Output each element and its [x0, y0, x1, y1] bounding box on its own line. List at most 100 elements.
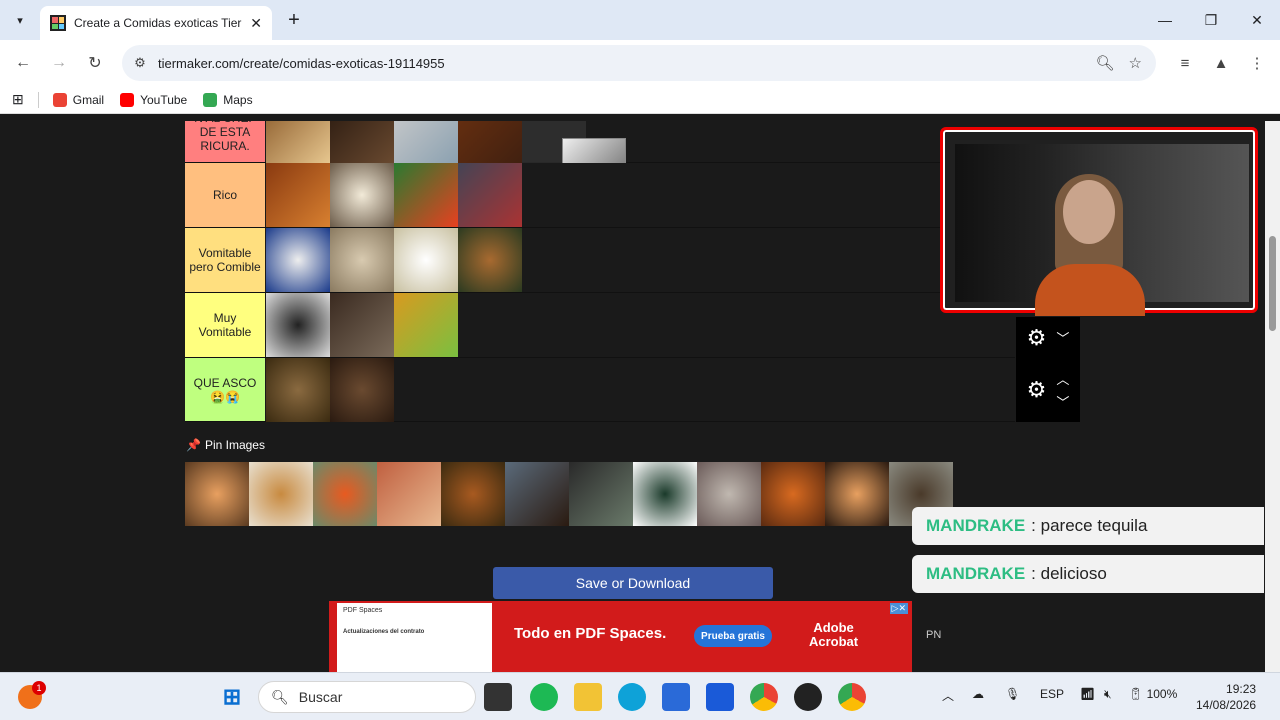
active-tab[interactable]: Create a Comidas exoticas Tier List ✕: [40, 6, 272, 40]
ad-headline: Todo en PDF Spaces.: [514, 625, 667, 642]
save-or-download-button[interactable]: Save or Download: [493, 567, 773, 599]
chevron-down-icon[interactable]: ﹀: [1056, 328, 1069, 347]
bookmark-maps[interactable]: Maps: [203, 92, 253, 107]
pin-icon: 📌: [186, 438, 201, 452]
food-image[interactable]: [330, 163, 394, 227]
tier-label[interactable]: Rico: [185, 163, 265, 227]
minimize-button[interactable]: —: [1150, 8, 1180, 32]
chat-username: MANDRAKE: [926, 564, 1026, 583]
forward-button[interactable]: →: [47, 51, 71, 75]
tier-images: [266, 358, 394, 422]
language-indicator[interactable]: ESP: [1040, 687, 1064, 701]
bookmark-label: Maps: [223, 92, 253, 107]
ad-choices-icon[interactable]: ▷✕: [889, 603, 908, 614]
food-image[interactable]: [825, 462, 889, 526]
chevron-up-icon[interactable]: ︿: [1056, 369, 1069, 388]
chevron-down-icon[interactable]: ﹀: [1056, 392, 1069, 411]
wifi-icon[interactable]: 📶︎: [1080, 687, 1095, 701]
webcam-video: [955, 144, 1249, 316]
menu-icon[interactable]: ⋮: [1245, 51, 1269, 75]
gear-icon[interactable]: ⚙: [1027, 377, 1047, 403]
back-button[interactable]: ←: [11, 51, 35, 75]
restore-button[interactable]: ❐: [1196, 8, 1226, 32]
outlook-icon[interactable]: [706, 683, 734, 711]
food-image[interactable]: [330, 358, 394, 422]
advertisement-banner[interactable]: PDF Spaces Actualizaciones del contrato …: [329, 601, 912, 672]
page-scrollbar[interactable]: [1265, 121, 1280, 672]
food-image[interactable]: [458, 228, 522, 292]
food-image[interactable]: [266, 121, 330, 165]
food-image[interactable]: [761, 462, 825, 526]
url-text[interactable]: tiermaker.com/create/comidas-exoticas-19…: [158, 56, 445, 71]
scrollbar-thumb[interactable]: [1269, 236, 1276, 331]
ad-doc-header: PDF Spaces: [343, 607, 383, 614]
tray-chevron-icon[interactable]: ︿: [942, 687, 954, 704]
tier-label[interactable]: N AL CHEF DE ESTA RICURA.: [185, 121, 265, 162]
food-image[interactable]: [394, 293, 458, 357]
system-clock[interactable]: 19:23 14/08/2026: [1196, 681, 1256, 713]
notification-badge: 1: [32, 681, 46, 695]
chrome-icon[interactable]: [750, 683, 778, 711]
file-explorer-icon[interactable]: [574, 683, 602, 711]
task-view-icon[interactable]: [484, 683, 512, 711]
apps-grid-icon[interactable]: ⊞: [12, 91, 24, 108]
extension-icon[interactable]: ▲: [1209, 51, 1233, 75]
food-image[interactable]: [249, 462, 313, 526]
bookmark-gmail[interactable]: Gmail: [52, 92, 104, 107]
food-image[interactable]: [458, 121, 522, 165]
tab-search-button[interactable]: ▾: [8, 8, 32, 32]
chat-text: : delicioso: [1031, 564, 1107, 583]
ad-cta-button[interactable]: Prueba gratis: [694, 625, 772, 647]
bookmark-youtube[interactable]: YouTube: [120, 92, 187, 107]
taskbar-search[interactable]: 🔍︎ Buscar: [258, 681, 476, 713]
bookmark-star-icon[interactable]: ☆: [1129, 54, 1142, 72]
tier-images: [266, 228, 522, 292]
food-image[interactable]: [394, 121, 458, 165]
microphone-icon[interactable]: 🎙︎: [1005, 687, 1020, 701]
onedrive-icon[interactable]: ☁: [972, 687, 984, 701]
microsoft-store-icon[interactable]: [662, 683, 690, 711]
spotify-icon[interactable]: [530, 683, 558, 711]
food-image[interactable]: [697, 462, 761, 526]
tier-label[interactable]: Vomitable pero Comible: [185, 228, 265, 292]
ad-brand-line2: Acrobat: [809, 634, 859, 649]
food-image[interactable]: [266, 293, 330, 357]
food-image[interactable]: [458, 163, 522, 227]
food-image[interactable]: [441, 462, 505, 526]
food-image[interactable]: [185, 462, 249, 526]
media-control-icon[interactable]: ≡: [1173, 51, 1197, 75]
windows-start-icon[interactable]: ⊞: [218, 683, 246, 711]
chrome-active-icon[interactable]: [838, 683, 866, 711]
food-image[interactable]: [394, 228, 458, 292]
site-info-icon[interactable]: ⚙: [122, 55, 158, 71]
food-image[interactable]: [377, 462, 441, 526]
close-tab-icon[interactable]: ✕: [250, 15, 262, 32]
food-image[interactable]: [330, 228, 394, 292]
tier-label[interactable]: QUE ASCO 🤮😭: [185, 358, 265, 421]
food-image[interactable]: [330, 121, 394, 165]
zoom-icon[interactable]: 🔍︎: [1096, 54, 1115, 72]
address-bar[interactable]: ⚙ tiermaker.com/create/comidas-exoticas-…: [122, 45, 1156, 81]
food-image[interactable]: [505, 462, 569, 526]
food-image[interactable]: [266, 228, 330, 292]
food-image[interactable]: [394, 163, 458, 227]
new-tab-button[interactable]: +: [282, 8, 306, 32]
gear-icon[interactable]: ⚙: [1027, 325, 1047, 351]
close-window-button[interactable]: ✕: [1242, 8, 1272, 32]
tier-label[interactable]: Muy Vomitable: [185, 293, 265, 357]
google-icon: [52, 92, 67, 107]
webcam-overlay: [940, 127, 1258, 316]
food-image[interactable]: [330, 293, 394, 357]
food-image[interactable]: [313, 462, 377, 526]
battery-status[interactable]: 🔋︎ 100%: [1128, 687, 1177, 701]
food-image[interactable]: [633, 462, 697, 526]
food-image[interactable]: [266, 163, 330, 227]
reload-button[interactable]: ↻: [83, 51, 107, 75]
volume-muted-icon[interactable]: 🔇︎: [1104, 687, 1112, 702]
webcam-frame: [940, 127, 1258, 316]
pin-images-toggle[interactable]: 📌 Pin Images: [186, 438, 265, 452]
obs-icon[interactable]: [794, 683, 822, 711]
food-image[interactable]: [266, 358, 330, 422]
food-image[interactable]: [569, 462, 633, 526]
edge-icon[interactable]: [618, 683, 646, 711]
